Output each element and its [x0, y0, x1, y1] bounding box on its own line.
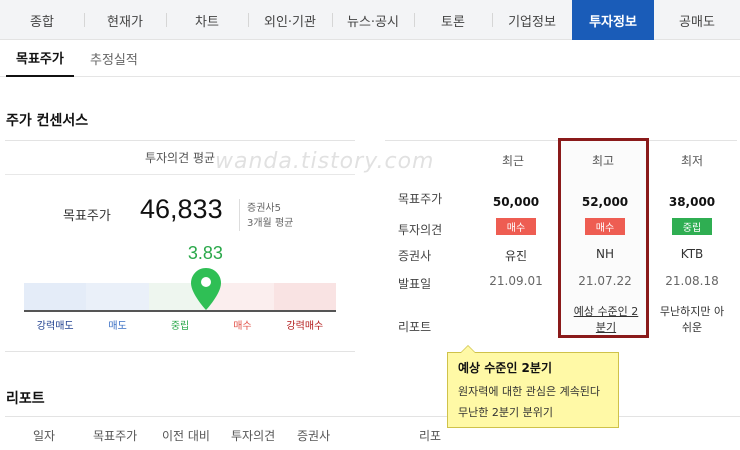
column-header-highest: 최고 [592, 154, 615, 168]
subtab-estimated-earnings[interactable]: 추정실적 [90, 40, 138, 77]
lowest-opinion-badge: 중립 [672, 218, 712, 235]
scale-label-sell: 매도 [108, 321, 127, 332]
report-col-target-price[interactable]: 목표주가 [93, 427, 137, 444]
opinion-scale-labels: 강력매도 매도 중립 매수 강력매수 [24, 317, 336, 332]
lowest-report-link-line2: 쉬운 [681, 321, 703, 334]
broker-count: 증권사5 [247, 203, 281, 214]
highest-opinion-badge: 매수 [585, 218, 625, 235]
average-period: 3개월 평균 [247, 218, 294, 229]
row-label-target-price: 목표주가 [398, 192, 443, 206]
report-tooltip: 예상 수준인 2분기 원자력에 대한 관심은 계속된다 무난한 2분기 분위기 [447, 345, 619, 428]
opinion-score: 3.83 [187, 243, 223, 263]
lowest-broker: KTB [680, 247, 704, 261]
recent-opinion-badge: 매수 [496, 218, 536, 235]
subtab-target-price[interactable]: 목표주가 [6, 40, 74, 77]
column-header-recent: 최근 [502, 154, 525, 168]
tab-overview[interactable]: 종합 [0, 0, 84, 40]
tab-foreign-institution[interactable]: 외인·기관 [248, 0, 332, 40]
target-price-comparison: 최근 최고 최저 목표주가 투자의견 증권사 발표일 리포트 50,000 매수… [385, 138, 737, 352]
tab-short-selling[interactable]: 공매도 [654, 0, 740, 40]
scale-segment-strong-buy [273, 283, 337, 310]
tab-investment-info[interactable]: 투자정보 [572, 0, 654, 40]
opinion-scale-bar [24, 283, 337, 312]
highest-date: 21.07.22 [578, 274, 632, 288]
report-col-change[interactable]: 이전 대비 [162, 427, 210, 444]
consensus-title: 주가 컨센서스 [6, 113, 89, 129]
subtab-estimated-earnings-label: 추정실적 [90, 53, 138, 68]
tab-company-info[interactable]: 기업정보 [492, 0, 572, 40]
row-label-broker: 증권사 [398, 249, 432, 263]
sub-tab-bar: 목표주가 추정실적 [0, 40, 740, 77]
main-tab-bar: 종합 현재가 차트 외인·기관 뉴스·공시 토론 기업정보 투자정보 공매도 [0, 0, 740, 40]
scale-label-strong-sell: 강력매도 [36, 321, 74, 332]
recent-target-price: 50,000 [492, 195, 540, 209]
highest-report-link-line1: 예상 수준인 2 [573, 305, 639, 318]
scale-label-neutral: 중립 [170, 321, 190, 332]
recent-date: 21.09.01 [489, 274, 543, 288]
tab-overview-label: 종합 [30, 14, 54, 30]
lowest-target-price: 38,000 [668, 195, 716, 209]
tab-discussion-label: 토론 [441, 14, 465, 30]
recent-broker: 유진 [504, 249, 528, 263]
column-header-lowest: 최저 [681, 154, 704, 168]
tooltip-line: 무난한 2분기 분위기 [458, 406, 553, 419]
scale-label-buy: 매수 [233, 321, 252, 332]
lowest-date: 21.08.18 [665, 274, 719, 288]
row-label-report: 리포트 [398, 320, 432, 334]
tab-current-price-label: 현재가 [107, 14, 143, 30]
tab-chart-label: 차트 [195, 14, 219, 30]
report-col-opinion[interactable]: 투자의견 [231, 427, 275, 444]
report-col-date[interactable]: 일자 [33, 427, 55, 444]
highest-report-link-line2: 분기 [595, 321, 617, 334]
row-label-opinion: 투자의견 [398, 223, 443, 237]
highest-target-price: 52,000 [581, 195, 629, 209]
report-table-header: 일자 목표주가 이전 대비 투자의견 증권사 리포 [5, 416, 740, 450]
tooltip-title: 예상 수준인 2분기 [458, 361, 552, 375]
row-label-date: 발표일 [398, 277, 432, 291]
target-price-label: 목표주가 [63, 209, 111, 224]
tab-chart[interactable]: 차트 [166, 0, 248, 40]
subtab-target-price-label: 목표주가 [16, 52, 64, 67]
lowest-report-link[interactable]: 무난하지만 아 쉬운 [649, 304, 735, 336]
highest-broker: NH [596, 247, 614, 261]
tab-news-disclosure-label: 뉴스·공시 [347, 14, 399, 30]
tab-foreign-institution-label: 외인·기관 [264, 14, 316, 30]
tab-news-disclosure[interactable]: 뉴스·공시 [332, 0, 414, 40]
map-pin-icon [190, 268, 221, 310]
report-col-broker[interactable]: 증권사 [297, 427, 330, 444]
lowest-report-link-line1: 무난하지만 아 [659, 305, 725, 318]
scale-segment-sell [86, 283, 149, 310]
tooltip-line: 원자력에 대한 관심은 계속된다 [458, 385, 601, 398]
scale-label-strong-buy: 강력매수 [286, 321, 324, 332]
highest-report-link[interactable]: 예상 수준인 2 분기 [563, 304, 649, 336]
tab-discussion[interactable]: 토론 [414, 0, 492, 40]
tab-company-info-label: 기업정보 [508, 14, 556, 30]
tab-investment-info-label: 투자정보 [589, 14, 637, 30]
target-price-value: 46,833 [140, 194, 223, 224]
target-price-divider [239, 199, 240, 231]
report-section-title: 리포트 [6, 391, 45, 407]
scale-segment-strong-sell [24, 283, 87, 310]
tab-short-selling-label: 공매도 [679, 14, 715, 30]
report-col-report[interactable]: 리포 [419, 427, 441, 444]
tab-current-price[interactable]: 현재가 [84, 0, 166, 40]
